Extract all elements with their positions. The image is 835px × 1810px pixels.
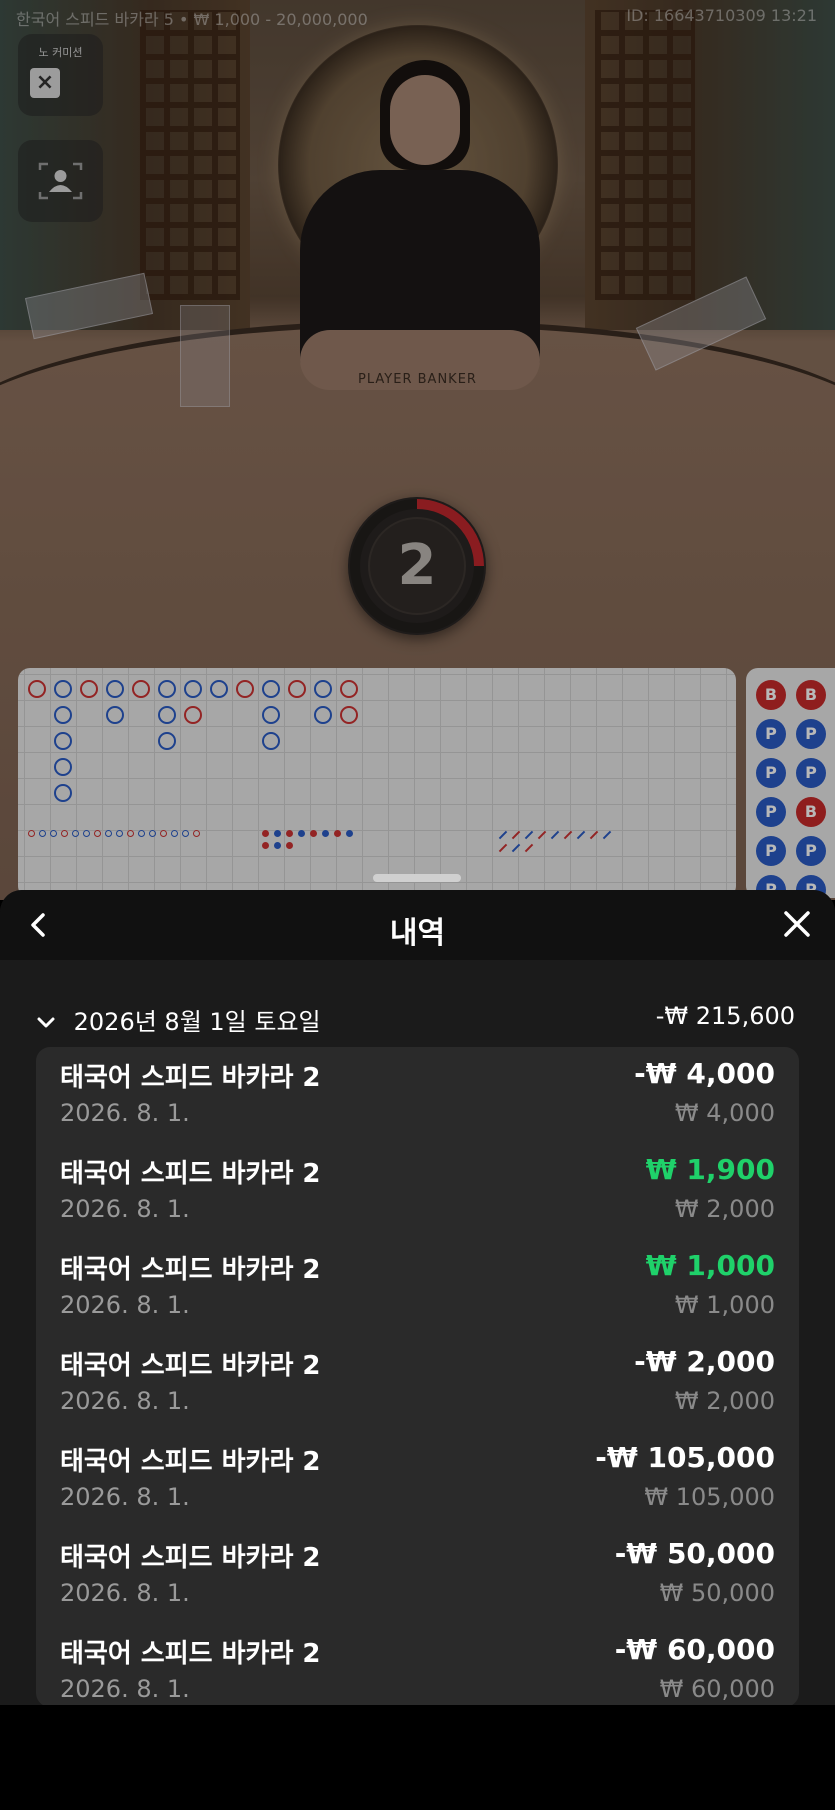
- sheet-title: 내역: [389, 916, 446, 951]
- date-group-header[interactable]: 2026년 8월 1일 토요일 -₩ 215,600: [36, 1002, 799, 1038]
- bet-date: 2026. 8. 1.: [60, 1099, 190, 1127]
- result-amount: -₩ 4,000: [634, 1057, 775, 1090]
- game-name: 태국어 스피드 바카라 2: [60, 1639, 321, 1669]
- sheet-header: 내역: [0, 890, 835, 960]
- game-name: 태국어 스피드 바카라 2: [60, 1255, 321, 1285]
- game-name: 태국어 스피드 바카라 2: [60, 1159, 321, 1189]
- drag-handle[interactable]: [373, 874, 461, 882]
- game-name: 태국어 스피드 바카라 2: [60, 1447, 321, 1477]
- stake-amount: ₩ 60,000: [659, 1675, 775, 1703]
- stake-amount: ₩ 50,000: [659, 1579, 775, 1607]
- history-item[interactable]: 태국어 스피드 바카라 2 2026. 8. 1. -₩ 2,000 ₩ 2,000: [60, 1335, 775, 1431]
- history-item[interactable]: 태국어 스피드 바카라 2 2026. 8. 1. -₩ 105,000 ₩ 105,…: [60, 1431, 775, 1527]
- history-item[interactable]: 태국어 스피드 바카라 2 2026. 8. 1. -₩ 50,000 ₩ 50,00…: [60, 1527, 775, 1623]
- history-item[interactable]: 태국어 스피드 바카라 2 2026. 8. 1. -₩ 4,000 ₩ 4,000: [60, 1047, 775, 1143]
- close-icon: [784, 911, 810, 937]
- bet-date: 2026. 8. 1.: [60, 1291, 190, 1319]
- game-name: 태국어 스피드 바카라 2: [60, 1063, 321, 1093]
- history-item[interactable]: 태국어 스피드 바카라 2 2026. 8. 1. ₩ 1,000 ₩ 1,000: [60, 1239, 775, 1335]
- bet-date: 2026. 8. 1.: [60, 1387, 190, 1415]
- stake-amount: ₩ 2,000: [674, 1195, 775, 1223]
- result-amount: -₩ 60,000: [614, 1633, 775, 1666]
- chevron-down-icon: [36, 1011, 56, 1035]
- result-amount: -₩ 2,000: [634, 1345, 775, 1378]
- history-list: 태국어 스피드 바카라 2 2026. 8. 1. -₩ 4,000 ₩ 4,000 태…: [36, 1047, 799, 1705]
- stake-amount: ₩ 105,000: [644, 1483, 775, 1511]
- bet-date: 2026. 8. 1.: [60, 1195, 190, 1223]
- stake-amount: ₩ 2,000: [674, 1387, 775, 1415]
- bet-date: 2026. 8. 1.: [60, 1483, 190, 1511]
- date-group-date: 2026년 8월 1일 토요일: [73, 1008, 321, 1036]
- bet-date: 2026. 8. 1.: [60, 1675, 190, 1703]
- bet-date: 2026. 8. 1.: [60, 1579, 190, 1607]
- close-button[interactable]: [777, 904, 817, 944]
- result-amount: -₩ 50,000: [614, 1537, 775, 1570]
- history-sheet: 내역 2026년 8월 1일 토요일 -₩ 215,600 태국어 스피드 바카…: [0, 890, 835, 1705]
- game-name: 태국어 스피드 바카라 2: [60, 1543, 321, 1573]
- modal-backdrop[interactable]: [0, 0, 835, 900]
- result-amount: -₩ 105,000: [595, 1441, 775, 1474]
- date-group-total: -₩ 215,600: [655, 1002, 795, 1030]
- game-name: 태국어 스피드 바카라 2: [60, 1351, 321, 1381]
- history-item[interactable]: 태국어 스피드 바카라 2 2026. 8. 1. -₩ 60,000 ₩ 60,00…: [60, 1623, 775, 1705]
- stake-amount: ₩ 4,000: [674, 1099, 775, 1127]
- stake-amount: ₩ 1,000: [674, 1291, 775, 1319]
- history-item[interactable]: 태국어 스피드 바카라 2 2026. 8. 1. ₩ 1,900 ₩ 2,000: [60, 1143, 775, 1239]
- live-video-scene: PLAYER BANKER 한국어 스피드 바카라 5 • ₩ 1,000 - …: [0, 0, 835, 900]
- result-amount: ₩ 1,000: [645, 1249, 775, 1282]
- result-amount: ₩ 1,900: [645, 1153, 775, 1186]
